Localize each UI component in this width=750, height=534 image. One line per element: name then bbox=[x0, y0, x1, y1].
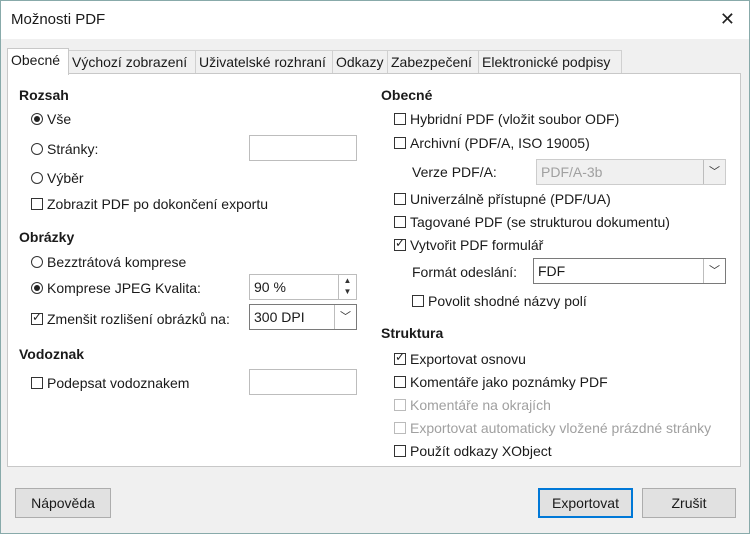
checkbox-osnova-box[interactable] bbox=[394, 350, 406, 365]
rozsah-header: Rozsah bbox=[19, 87, 69, 103]
checkbox-hybridni[interactable]: Hybridní PDF (vložit soubor ODF) bbox=[394, 111, 619, 127]
checkbox-povolit-label: Povolit shodné názvy polí bbox=[428, 293, 587, 309]
checkbox-zobrazit-pdf[interactable]: Zobrazit PDF po dokončení exportu bbox=[31, 196, 268, 212]
quality-stepper[interactable]: ▲ ▼ bbox=[338, 275, 356, 299]
checkbox-tagovane-box[interactable] bbox=[394, 216, 406, 228]
watermark-input[interactable] bbox=[249, 369, 357, 395]
pages-input[interactable] bbox=[249, 135, 357, 161]
format-value: FDF bbox=[538, 263, 566, 279]
checkbox-prazdne-stranky-box bbox=[394, 422, 406, 434]
checkbox-univerzalne-box[interactable] bbox=[394, 193, 406, 205]
checkbox-univerzalne-label: Univerzálně přístupné (PDF/UA) bbox=[410, 191, 611, 207]
radio-bezztratova[interactable]: Bezztrátová komprese bbox=[31, 254, 186, 270]
checkbox-hybridni-label: Hybridní PDF (vložit soubor ODF) bbox=[410, 111, 620, 127]
title-bar: Možnosti PDF ✕ bbox=[1, 1, 749, 39]
kvalita-label: Kvalita: bbox=[155, 280, 201, 296]
radio-vse[interactable]: Vše bbox=[31, 111, 71, 127]
tab-vychozi-zobrazeni[interactable]: Výchozí zobrazení bbox=[68, 50, 196, 74]
radio-vse-label: Vše bbox=[47, 111, 72, 127]
radio-bezztratova-indicator[interactable] bbox=[31, 256, 43, 268]
checkbox-tagovane-label: Tagované PDF (se strukturou dokumentu) bbox=[410, 214, 670, 230]
chevron-down-icon[interactable]: ﹀ bbox=[334, 305, 356, 329]
quality-spinbox[interactable]: 90 % ▲ ▼ bbox=[249, 274, 357, 300]
radio-vyber[interactable]: Výběr bbox=[31, 170, 84, 186]
radio-vyber-label: Výběr bbox=[47, 170, 84, 186]
close-icon[interactable]: ✕ bbox=[720, 9, 735, 30]
checkbox-komentare-okraje-label: Komentáře na okrajích bbox=[410, 397, 551, 413]
checkbox-osnova[interactable]: Exportovat osnovu bbox=[394, 350, 526, 367]
obrazky-header: Obrázky bbox=[19, 229, 75, 245]
checkbox-prazdne-stranky: Exportovat automaticky vložené prázdné s… bbox=[394, 420, 711, 436]
export-button[interactable]: Exportovat bbox=[538, 488, 633, 518]
checkbox-prazdne-stranky-label: Exportovat automaticky vložené prázdné s… bbox=[410, 420, 712, 436]
checkbox-podepsat-label: Podepsat vodoznakem bbox=[47, 375, 190, 391]
obecne-header: Obecné bbox=[381, 87, 433, 103]
checkbox-zmensit-label: Zmenšit rozlišení obrázků na: bbox=[47, 311, 230, 327]
vodoznak-header: Vodoznak bbox=[19, 346, 85, 362]
chevron-down-icon[interactable]: ﹀ bbox=[703, 259, 725, 283]
window-title: Možnosti PDF bbox=[11, 11, 106, 28]
pdfa-version-combobox[interactable]: PDF/A-3b ﹀ bbox=[536, 159, 726, 185]
dpi-combobox[interactable]: 300 DPI ﹀ bbox=[249, 304, 357, 330]
tab-obecne[interactable]: Obecné bbox=[7, 48, 69, 75]
tab-odkazy[interactable]: Odkazy bbox=[332, 50, 388, 74]
checkbox-formular-box[interactable] bbox=[394, 236, 406, 251]
radio-vyber-indicator[interactable] bbox=[31, 172, 43, 184]
tab-elektronicke-podpisy[interactable]: Elektronické podpisy bbox=[478, 50, 622, 74]
spin-up-icon[interactable]: ▲ bbox=[339, 275, 356, 286]
checkbox-komentare-poznamky[interactable]: Komentáře jako poznámky PDF bbox=[394, 374, 608, 390]
checkbox-formular-label: Vytvořit PDF formulář bbox=[410, 237, 544, 253]
pdf-options-dialog: Možnosti PDF ✕ Obecné Výchozí zobrazení … bbox=[0, 0, 750, 534]
pdfa-version-value: PDF/A-3b bbox=[541, 164, 603, 180]
checkbox-archivni-box[interactable] bbox=[394, 137, 406, 149]
checkbox-xobject[interactable]: Použít odkazy XObject bbox=[394, 443, 552, 459]
checkbox-xobject-box[interactable] bbox=[394, 445, 406, 457]
checkbox-zobrazit-pdf-label: Zobrazit PDF po dokončení exportu bbox=[47, 196, 269, 212]
checkbox-formular[interactable]: Vytvořit PDF formulář bbox=[394, 236, 544, 253]
checkbox-hybridni-box[interactable] bbox=[394, 113, 406, 125]
checkbox-povolit[interactable]: Povolit shodné názvy polí bbox=[412, 293, 587, 309]
tab-uzivatelske-rozhrani[interactable]: Uživatelské rozhraní bbox=[195, 50, 333, 74]
help-button[interactable]: Nápověda bbox=[15, 488, 111, 518]
checkbox-komentare-okraje: Komentáře na okrajích bbox=[394, 397, 551, 413]
checkbox-tagovane[interactable]: Tagované PDF (se strukturou dokumentu) bbox=[394, 214, 670, 230]
struktura-header: Struktura bbox=[381, 325, 444, 341]
checkbox-podepsat[interactable]: Podepsat vodoznakem bbox=[31, 375, 189, 391]
chevron-down-icon: ﹀ bbox=[703, 160, 725, 184]
checkbox-komentare-okraje-box bbox=[394, 399, 406, 411]
checkbox-zobrazit-pdf-box[interactable] bbox=[31, 198, 43, 210]
verze-label: Verze PDF/A: bbox=[412, 164, 497, 180]
checkbox-zmensit[interactable]: Zmenšit rozlišení obrázků na: bbox=[31, 310, 230, 327]
dpi-value: 300 DPI bbox=[254, 309, 305, 325]
checkbox-univerzalne[interactable]: Univerzálně přístupné (PDF/UA) bbox=[394, 191, 611, 207]
checkbox-zmensit-box[interactable] bbox=[31, 310, 43, 325]
checkbox-komentare-poznamky-label: Komentáře jako poznámky PDF bbox=[410, 374, 608, 390]
checkbox-archivni[interactable]: Archivní (PDF/A, ISO 19005) bbox=[394, 135, 590, 151]
radio-stranky[interactable]: Stránky: bbox=[31, 141, 98, 157]
checkbox-podepsat-box[interactable] bbox=[31, 377, 43, 389]
cancel-button[interactable]: Zrušit bbox=[642, 488, 736, 518]
checkbox-osnova-label: Exportovat osnovu bbox=[410, 351, 526, 367]
tab-zabezpeceni[interactable]: Zabezpečení bbox=[387, 50, 479, 74]
radio-stranky-indicator[interactable] bbox=[31, 143, 43, 155]
radio-jpeg-indicator[interactable] bbox=[31, 282, 43, 294]
checkbox-xobject-label: Použít odkazy XObject bbox=[410, 443, 552, 459]
radio-stranky-label: Stránky: bbox=[47, 141, 99, 157]
radio-jpeg-label: Komprese JPEG bbox=[47, 280, 152, 296]
radio-jpeg[interactable]: Komprese JPEG bbox=[31, 280, 151, 296]
general-panel: Rozsah Vše Stránky: Výběr Zobrazit PDF p… bbox=[7, 73, 741, 467]
quality-value: 90 % bbox=[254, 279, 286, 295]
format-combobox[interactable]: FDF ﹀ bbox=[533, 258, 726, 284]
radio-vse-indicator[interactable] bbox=[31, 113, 43, 125]
checkbox-povolit-box[interactable] bbox=[412, 295, 424, 307]
checkbox-komentare-poznamky-box[interactable] bbox=[394, 376, 406, 388]
spin-down-icon[interactable]: ▼ bbox=[339, 286, 356, 297]
checkbox-archivni-label: Archivní (PDF/A, ISO 19005) bbox=[410, 135, 590, 151]
format-label: Formát odeslání: bbox=[412, 264, 518, 280]
radio-bezztratova-label: Bezztrátová komprese bbox=[47, 254, 187, 270]
